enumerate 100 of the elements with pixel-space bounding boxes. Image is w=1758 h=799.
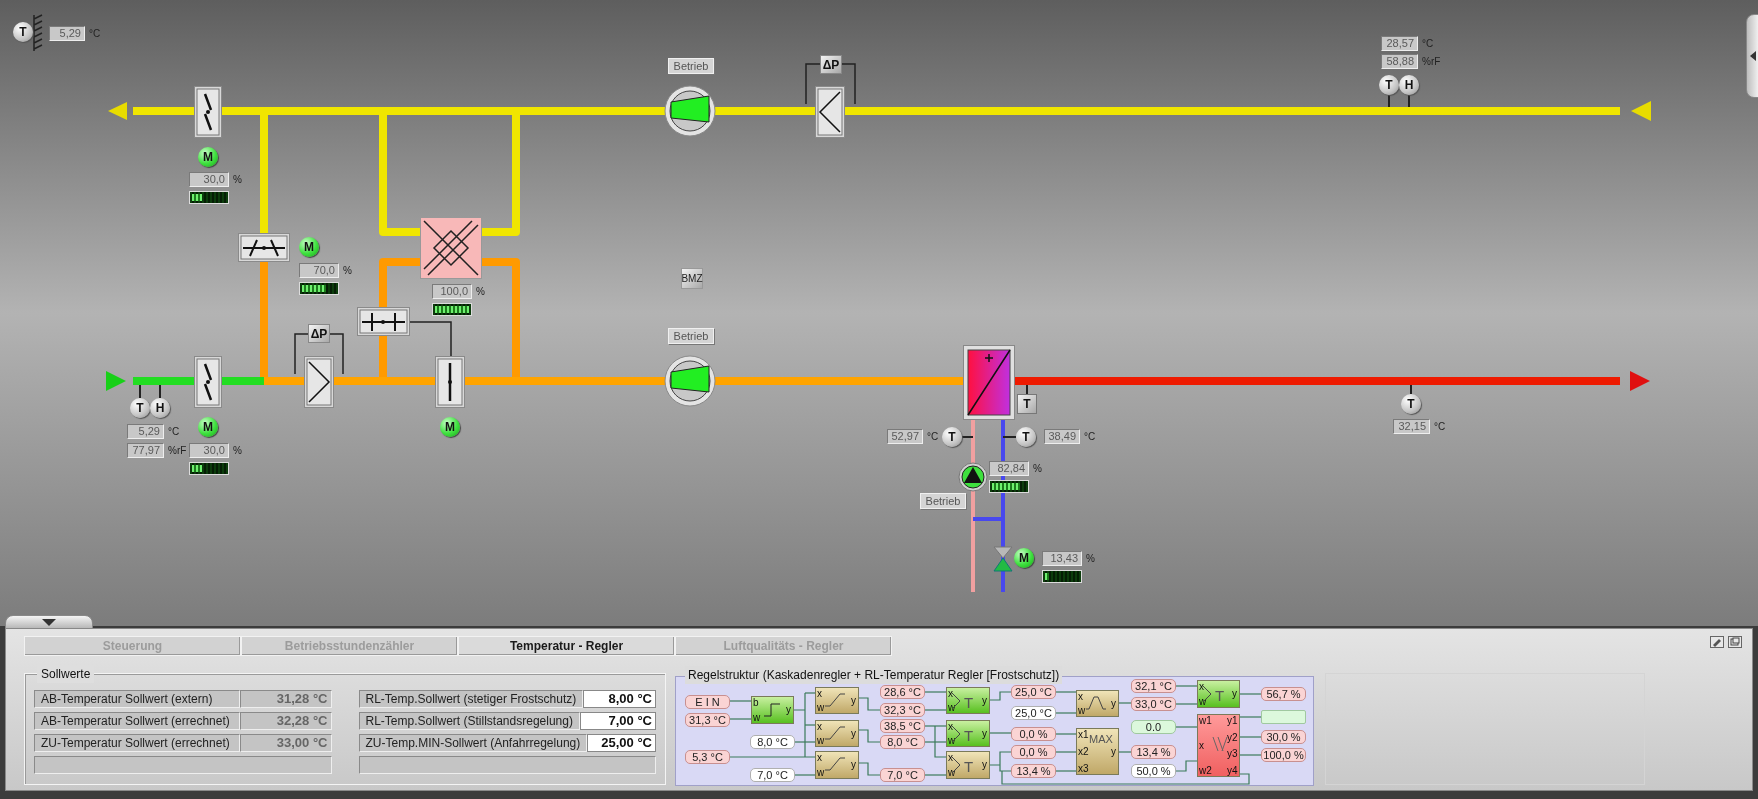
setpoint-field[interactable]: 7,00 °C — [579, 712, 656, 730]
signal-wire — [1174, 726, 1198, 728]
setpoint-value: 33,00 °C — [239, 734, 332, 752]
unit-label: % — [343, 264, 352, 277]
port-label: y1 — [1227, 716, 1238, 726]
port-label: x — [817, 753, 822, 763]
sensor-stem — [1410, 384, 1412, 395]
signal-wire — [1054, 712, 1077, 714]
motor-symbol: M — [198, 147, 218, 167]
sequence-icon — [1212, 736, 1228, 752]
ramp-curve-icon — [825, 693, 845, 707]
signal-wire — [728, 700, 752, 702]
motor-symbol: M — [1014, 548, 1034, 568]
sensor-symbol: T — [942, 427, 962, 447]
port-label: x — [1199, 682, 1204, 692]
sensor-symbol: T — [1379, 75, 1399, 95]
value-display: 0,0 % — [1011, 727, 1056, 741]
sensor-symbol: ΔP — [820, 55, 842, 74]
bmz-button[interactable]: BMZ — [681, 268, 703, 289]
damper-icon — [194, 356, 222, 408]
value-display: 28,57 — [1381, 36, 1418, 51]
sensor-symbol: T — [1017, 394, 1037, 414]
port-label: y — [982, 728, 987, 739]
value-display: 7,0 °C — [750, 768, 795, 782]
value-display: 30,0 — [189, 172, 229, 187]
signal-wire — [1174, 703, 1198, 705]
value-display: 8,0 °C — [880, 735, 925, 749]
ramp-curve-icon — [825, 757, 845, 771]
value-display: 25,0 °C — [1011, 685, 1056, 699]
collapse-tab[interactable] — [1746, 14, 1758, 98]
unit-label: °C — [927, 430, 939, 443]
value-display: 30,0 — [189, 443, 229, 458]
value-display: 100,0 % — [1261, 748, 1306, 762]
sensor-stem — [961, 436, 974, 438]
block-symbol: T — [964, 725, 974, 746]
setpoint-label: ZU-Temperatur Sollwert (errechnet) — [34, 734, 240, 752]
value-display: 31,3 °C — [685, 713, 730, 727]
heating-coil-icon — [963, 345, 1015, 420]
ramp-curve-icon — [825, 726, 845, 740]
port-label: w2 — [1199, 766, 1212, 776]
sensor-symbol: H — [1399, 75, 1419, 95]
motor-symbol: M — [299, 237, 319, 257]
flow-arrow-icon — [106, 371, 126, 391]
setpoint-field[interactable]: 8,00 °C — [583, 690, 656, 708]
port-label: x — [948, 722, 953, 732]
signal-wire — [1239, 693, 1262, 695]
port-label: y — [1111, 698, 1116, 709]
value-display: 32,1 °C — [1131, 679, 1176, 693]
value-display: 82,84 — [989, 461, 1029, 476]
port-label: x — [1078, 692, 1083, 702]
port-label: w — [817, 703, 825, 713]
output-field — [1261, 710, 1306, 724]
signal-wire — [728, 718, 752, 720]
signal-wire — [1054, 733, 1077, 735]
signal-wire — [1118, 751, 1132, 753]
port-label: y2 — [1227, 732, 1238, 743]
collapse-tab[interactable] — [5, 615, 93, 629]
step-curve-icon — [764, 703, 780, 717]
sensor-stem — [1002, 436, 1017, 438]
block-symbol: T — [964, 757, 974, 777]
edit-icon[interactable] — [1710, 636, 1724, 648]
filter-icon — [304, 356, 334, 408]
value-display: 33,0 °C — [1131, 697, 1176, 711]
fan-icon — [664, 85, 716, 137]
value-display: 32,3 °C — [880, 703, 925, 717]
unit-label: % — [233, 173, 242, 186]
flow-arrow-icon — [108, 102, 127, 120]
tab[interactable]: Temperatur - Regler — [458, 636, 675, 656]
signal-wire — [1054, 751, 1077, 753]
value-display: 56,7 % — [1261, 687, 1306, 701]
port-label: w1 — [1199, 716, 1212, 726]
sensor-symbol: T — [1016, 427, 1036, 447]
signal-wire — [989, 691, 1012, 701]
sensor-stem — [159, 384, 161, 399]
setpoint-value: 32,28 °C — [239, 712, 332, 730]
motor-symbol: M — [440, 417, 460, 437]
value-display: 13,43 — [1042, 551, 1082, 566]
damper-icon — [238, 233, 290, 262]
port-label: x — [948, 753, 953, 763]
damper-icon — [194, 86, 222, 138]
pump-icon — [958, 462, 988, 492]
port-label: x — [948, 689, 953, 699]
setpoint-field[interactable]: 25,00 °C — [587, 734, 656, 752]
port-label: x2 — [1078, 747, 1089, 757]
value-display: 0.0 — [1131, 720, 1176, 734]
port-label: x — [1199, 741, 1204, 751]
port-label: y4 — [1227, 766, 1238, 776]
signal-wire — [924, 691, 947, 693]
value-display: 100,0 — [432, 284, 472, 299]
signal-wire — [1239, 716, 1262, 718]
unit-label: % — [476, 285, 485, 298]
value-display: 5,29 — [49, 26, 85, 41]
signal-wire — [858, 762, 881, 776]
flow-arrow-icon — [1630, 371, 1650, 391]
value-display: 7,0 °C — [880, 768, 925, 782]
value-display: 50,0 % — [1131, 764, 1176, 778]
unit-label: °C — [168, 425, 180, 438]
signal-wire — [793, 774, 816, 776]
window-icon[interactable] — [1728, 636, 1742, 648]
value-display: 30,0 % — [1261, 730, 1306, 744]
